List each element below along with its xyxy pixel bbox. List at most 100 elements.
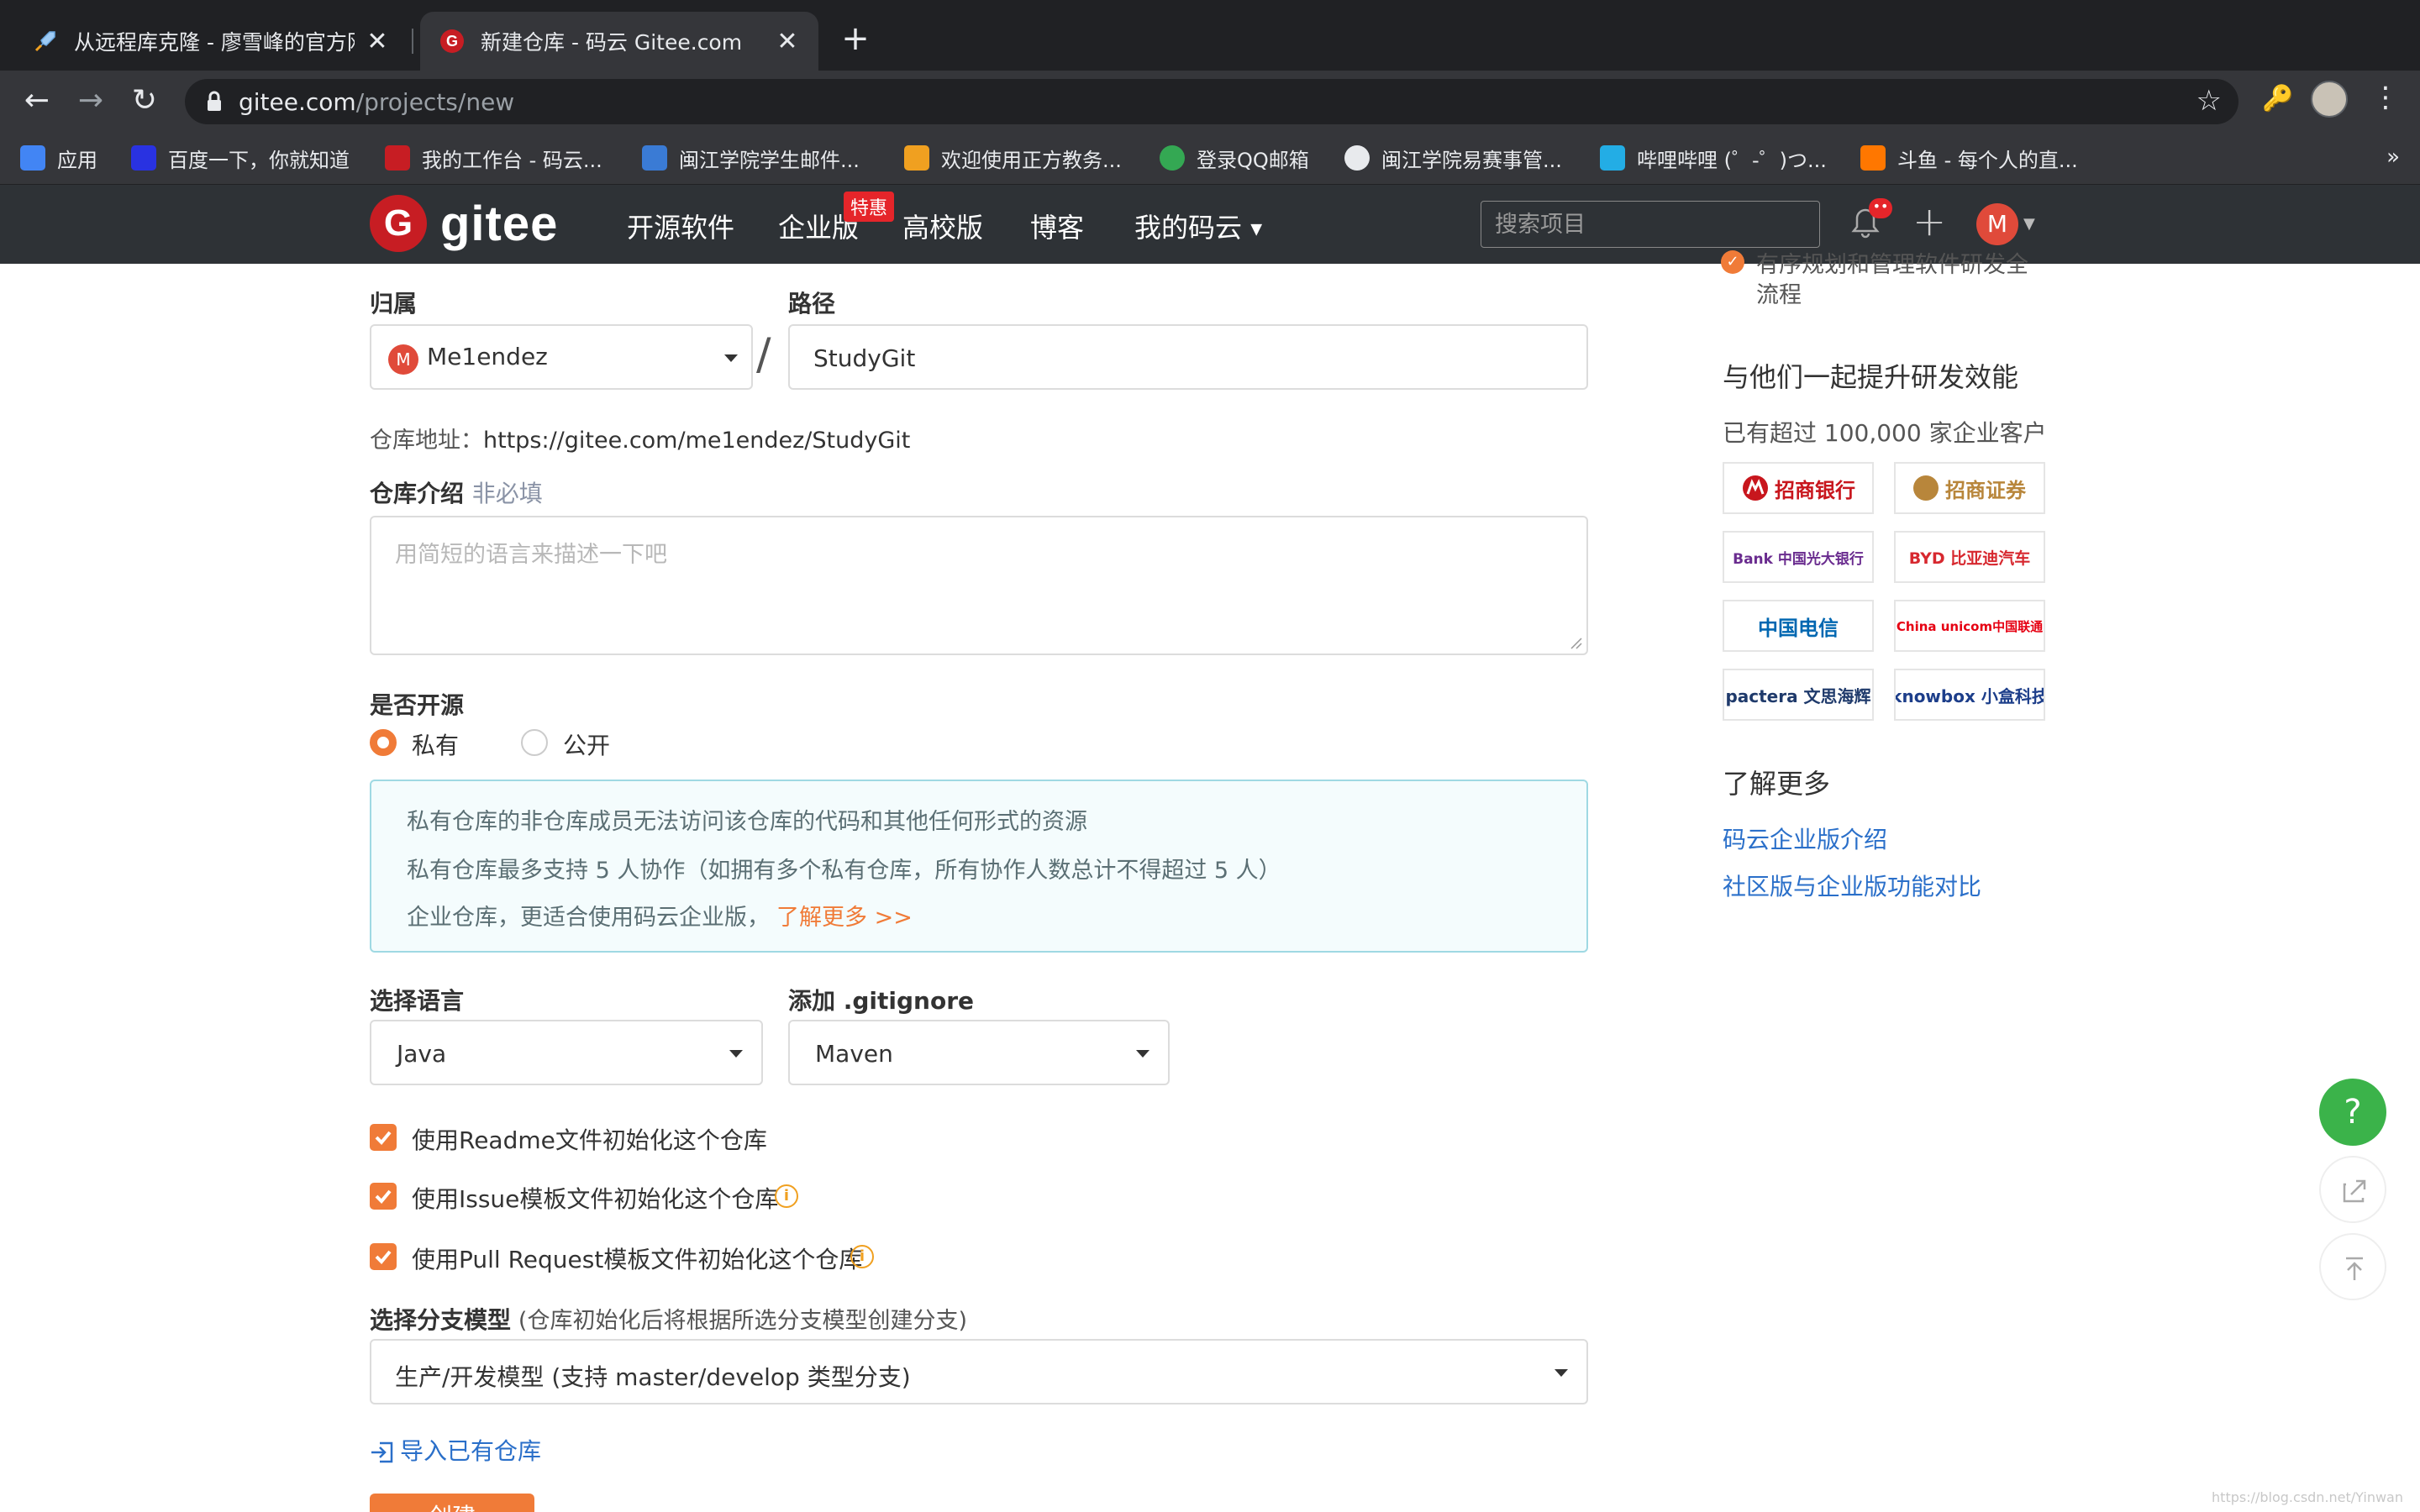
language-select[interactable]: Java bbox=[370, 1020, 763, 1085]
feature-text: 有序规划和管理软件研发全流程 bbox=[1756, 252, 2028, 308]
gitignore-value: Maven bbox=[815, 1040, 893, 1068]
gitee-icon bbox=[385, 145, 410, 171]
check-circle-icon: ✓ bbox=[1721, 250, 1744, 274]
browser-menu-icon[interactable]: ⋮ bbox=[2371, 81, 2400, 114]
logo-pactera: pactera 文思海辉 bbox=[1723, 669, 1874, 721]
bookmark-item[interactable]: 应用 bbox=[20, 143, 97, 173]
share-button[interactable] bbox=[2319, 1156, 2386, 1223]
bookmark-star-icon[interactable]: ☆ bbox=[2196, 84, 2222, 118]
browser-profile-avatar[interactable] bbox=[2311, 81, 2348, 118]
back-icon[interactable]: ← bbox=[18, 82, 55, 119]
new-tab-button[interactable]: + bbox=[837, 20, 874, 57]
create-plus-icon[interactable]: + bbox=[1912, 198, 1946, 245]
owner-select[interactable]: M Me1endez bbox=[370, 324, 753, 390]
share-icon bbox=[2343, 1179, 2366, 1203]
user-avatar[interactable]: M bbox=[1976, 203, 2018, 245]
site-header: G gitee 开源软件 企业版 特惠 高校版 博客 我的码云 ▼ •• + M… bbox=[0, 185, 2420, 264]
repo-address: 仓库地址：https://gitee.com/me1endez/StudyGit bbox=[370, 428, 911, 454]
notification-badge: •• bbox=[1869, 198, 1892, 218]
nav-my-gitee[interactable]: 我的码云 ▼ bbox=[1134, 207, 1262, 245]
chevron-down-icon[interactable]: ▼ bbox=[2023, 215, 2035, 233]
bookmark-label: 百度一下，你就知道 bbox=[168, 148, 350, 172]
tab-divider bbox=[412, 29, 413, 54]
issue-template-checkbox-label[interactable]: 使用Issue模板文件初始化这个仓库 bbox=[412, 1181, 778, 1215]
public-radio[interactable] bbox=[521, 729, 548, 756]
logo-cmb: 招商银行 bbox=[1723, 462, 1874, 514]
forward-icon[interactable]: → bbox=[72, 82, 109, 119]
bookmarks-bar: 应用 百度一下，你就知道 我的工作台 - 码云... 闽江学院学生邮件... 欢迎使用正… bbox=[0, 131, 2420, 185]
lock-icon bbox=[208, 91, 221, 111]
public-radio-label[interactable]: 公开 bbox=[563, 727, 610, 761]
intro-textarea[interactable]: 用简短的语言来描述一下吧 bbox=[370, 516, 1588, 655]
douyu-icon bbox=[1860, 145, 1886, 171]
nav-blog[interactable]: 博客 bbox=[1030, 207, 1084, 245]
bookmark-label: 闽江学院学生邮件... bbox=[679, 148, 860, 172]
branch-model-label: 选择分支模型 (仓库初始化后将根据所选分支模型创建分支) bbox=[370, 1306, 967, 1334]
bookmark-label: 斗鱼 - 每个人的直... bbox=[1897, 148, 2078, 172]
create-button[interactable]: 创建 bbox=[370, 1494, 534, 1512]
bookmark-item[interactable]: 斗鱼 - 每个人的直... bbox=[1860, 143, 2078, 173]
gitignore-select[interactable]: Maven bbox=[788, 1020, 1170, 1085]
bookmark-label: 登录QQ邮箱 bbox=[1197, 148, 1309, 172]
bookmark-item[interactable]: 哔哩哔哩 (゜-゜)つ... bbox=[1600, 143, 1827, 173]
browser-toolbar: ← → ↻ gitee.com/projects/new ☆ bbox=[0, 71, 2420, 131]
readme-checkbox[interactable] bbox=[370, 1124, 397, 1151]
mail-icon bbox=[642, 145, 667, 171]
browser-tab-2[interactable]: G 新建仓库 - 码云 Gitee.com ✕ bbox=[420, 12, 818, 71]
resize-handle-icon[interactable] bbox=[1568, 635, 1583, 650]
close-tab-icon[interactable]: ✕ bbox=[775, 27, 800, 56]
check-icon bbox=[375, 1189, 392, 1204]
url-text: gitee.com/projects/new bbox=[239, 88, 515, 116]
chevron-down-icon bbox=[724, 354, 738, 362]
bookmark-item[interactable]: 闽江学院易赛事管... bbox=[1344, 143, 1562, 173]
search-box[interactable] bbox=[1481, 201, 1820, 248]
logo-china-telecom: 中国电信 bbox=[1723, 600, 1874, 652]
gitee-logo-mark: G bbox=[370, 195, 427, 252]
gitee-logo-text: gitee bbox=[440, 196, 559, 251]
pr-template-checkbox[interactable] bbox=[370, 1243, 397, 1270]
nav-education[interactable]: 高校版 bbox=[902, 207, 983, 245]
browser-tab-strip: 从远程库克隆 - 廖雪峰的官方网站 ✕ G 新建仓库 - 码云 Gitee.co… bbox=[0, 0, 2420, 71]
enterprise-intro-link[interactable]: 码云企业版介绍 bbox=[1723, 822, 1887, 855]
close-tab-icon[interactable]: ✕ bbox=[365, 27, 390, 56]
compare-editions-link[interactable]: 社区版与企业版功能对比 bbox=[1723, 869, 1981, 902]
nav-open-source[interactable]: 开源软件 bbox=[627, 207, 734, 245]
bookmark-item[interactable]: 登录QQ邮箱 bbox=[1160, 143, 1309, 173]
private-radio[interactable] bbox=[370, 729, 397, 756]
bookmarks-overflow-icon[interactable]: » bbox=[2386, 144, 2400, 170]
globe-icon bbox=[1344, 145, 1370, 171]
gitignore-label: 添加 .gitignore bbox=[788, 987, 975, 1015]
back-to-top-button[interactable] bbox=[2319, 1233, 2386, 1300]
path-input[interactable]: StudyGit bbox=[788, 324, 1588, 390]
bookmark-item[interactable]: 闽江学院学生邮件... bbox=[642, 143, 860, 173]
branch-model-select[interactable]: 生产/开发模型 (支持 master/develop 类型分支) bbox=[370, 1339, 1588, 1404]
learn-more-link[interactable]: 了解更多 >> bbox=[776, 905, 913, 931]
tab-title: 新建仓库 - 码云 Gitee.com bbox=[481, 30, 743, 55]
info-icon[interactable]: i bbox=[775, 1184, 798, 1208]
bookmark-item[interactable]: 百度一下，你就知道 bbox=[131, 143, 350, 173]
bookmark-label: 我的工作台 - 码云... bbox=[422, 148, 602, 172]
readme-checkbox-label[interactable]: 使用Readme文件初始化这个仓库 bbox=[412, 1122, 767, 1156]
chevron-down-icon bbox=[729, 1050, 743, 1058]
learn-more-heading: 了解更多 bbox=[1723, 768, 1831, 800]
gitee-logo[interactable]: G gitee bbox=[370, 195, 558, 252]
issue-template-checkbox[interactable] bbox=[370, 1183, 397, 1210]
bookmark-label: 应用 bbox=[57, 148, 97, 172]
bookmark-item[interactable]: 我的工作台 - 码云... bbox=[385, 143, 602, 173]
address-bar[interactable]: gitee.com/projects/new ☆ bbox=[185, 79, 2238, 124]
import-repo-link[interactable]: 导入已有仓库 bbox=[370, 1433, 541, 1467]
search-input[interactable] bbox=[1481, 202, 1819, 247]
cmb-logo-icon bbox=[1743, 475, 1768, 501]
watermark: https://blog.csdn.net/Yinwan bbox=[2212, 1489, 2403, 1505]
key-icon[interactable]: 🔑 bbox=[2262, 84, 2293, 113]
bookmark-item[interactable]: 欢迎使用正方教务... bbox=[904, 143, 1122, 173]
info-icon[interactable]: i bbox=[850, 1245, 874, 1268]
help-button[interactable]: ? bbox=[2319, 1079, 2386, 1146]
logo-cmbs: 招商证券 bbox=[1894, 462, 2045, 514]
browser-tab-1[interactable]: 从远程库克隆 - 廖雪峰的官方网站 ✕ bbox=[13, 12, 408, 71]
language-label: 选择语言 bbox=[370, 987, 465, 1015]
path-label: 路径 bbox=[788, 290, 836, 318]
reload-icon[interactable]: ↻ bbox=[126, 82, 163, 119]
private-radio-label[interactable]: 私有 bbox=[412, 727, 459, 761]
pr-template-checkbox-label[interactable]: 使用Pull Request模板文件初始化这个仓库 bbox=[412, 1242, 862, 1275]
